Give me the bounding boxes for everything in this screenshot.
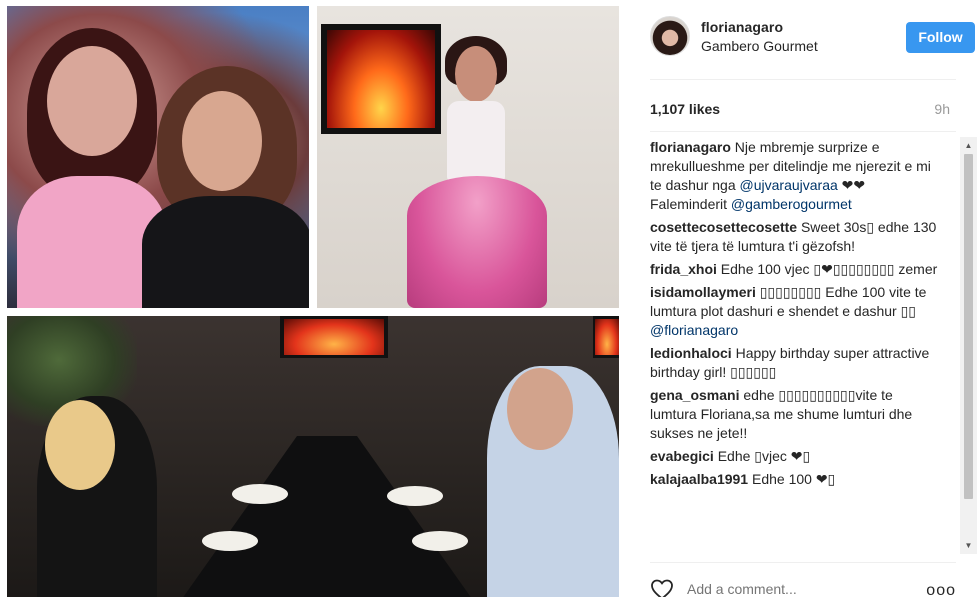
photo-collage[interactable] [0,0,626,597]
post-header: florianagaro Gambero Gourmet Follow [650,16,975,62]
face-shape [182,91,262,191]
scroll-down-arrow-icon[interactable]: ▼ [960,537,977,554]
blonde-head [45,400,115,490]
heart-icon[interactable] [650,578,674,597]
comment-mention[interactable]: @gamberogourmet [731,196,852,212]
plate [412,531,468,551]
photo-two-women-toasting [7,6,309,308]
post-time: 9h [934,101,950,117]
comment-username[interactable]: isidamollaymeri [650,284,756,300]
comment-item: florianagaro Nje mbremje surprize e mrek… [650,138,942,214]
comment-username[interactable]: frida_xhoi [650,261,717,277]
comment-text: Edhe ▯vjec ❤▯ [713,448,811,464]
comment-bar: ooo [650,570,956,597]
divider [650,562,956,563]
bodice-shape [447,101,505,181]
comment-item: kalajaalba1991 Edhe 100 ❤▯ [650,470,942,489]
pink-skirt-shape [407,176,547,308]
face-shape [47,46,137,156]
post-side-panel: florianagaro Gambero Gourmet Follow 1,10… [626,0,980,597]
black-dress-shape [142,196,309,308]
dining-table [177,436,477,597]
follow-button[interactable]: Follow [906,22,975,53]
comment-item: ledionhaloci Happy birthday super attrac… [650,344,942,382]
comment-item: isidamollaymeri ▯▯▯▯▯▯▯▯ Edhe 100 vite t… [650,283,942,340]
comment-username[interactable]: florianagaro [650,139,731,155]
comment-mention[interactable]: @florianagaro [650,322,738,338]
photo-woman-fireplace [317,6,619,308]
plate [387,486,443,506]
likes-count[interactable]: 1,107 likes [650,101,720,117]
avatar[interactable] [650,16,690,56]
comment-text: Edhe 100 vjec ▯❤▯▯▯▯▯▯▯▯ zemer [716,261,938,277]
comments-list[interactable]: florianagaro Nje mbremje surprize e mrek… [650,138,942,558]
photo-dinner-table-group [7,316,619,597]
scroll-up-arrow-icon[interactable]: ▲ [960,137,977,154]
post-username[interactable]: florianagaro [701,19,783,35]
fireplace-screen [593,316,619,358]
comment-username[interactable]: kalajaalba1991 [650,471,748,487]
scroll-thumb[interactable] [964,154,973,499]
comment-username[interactable]: gena_osmani [650,387,739,403]
comment-mention[interactable]: @ujvaraujvaraa [740,177,838,193]
fireplace-screen [321,24,441,134]
comment-item: gena_osmani edhe ▯▯▯▯▯▯▯▯▯▯vite te lumtu… [650,386,942,443]
comment-item: frida_xhoi Edhe 100 vjec ▯❤▯▯▯▯▯▯▯▯ zeme… [650,260,942,279]
comments-scrollbar[interactable]: ▲ ▼ [960,137,977,554]
comment-username[interactable]: evabegici [650,448,714,464]
post-location[interactable]: Gambero Gourmet [701,38,818,54]
plate [202,531,258,551]
comment-username[interactable]: cosettecosettecosette [650,219,797,235]
more-options-icon[interactable]: ooo [926,582,956,597]
face-shape [455,46,497,102]
divider [650,79,956,80]
add-comment-input[interactable] [687,581,887,597]
divider [650,131,956,132]
comment-username[interactable]: ledionhaloci [650,345,732,361]
comment-item: evabegici Edhe ▯vjec ❤▯ [650,447,942,466]
comment-item: cosettecosettecosette Sweet 30s▯ edhe 13… [650,218,942,256]
fireplace-screen [280,316,388,358]
plate [232,484,288,504]
man-head [507,368,573,450]
comment-text: Edhe 100 ❤▯ [748,471,836,487]
